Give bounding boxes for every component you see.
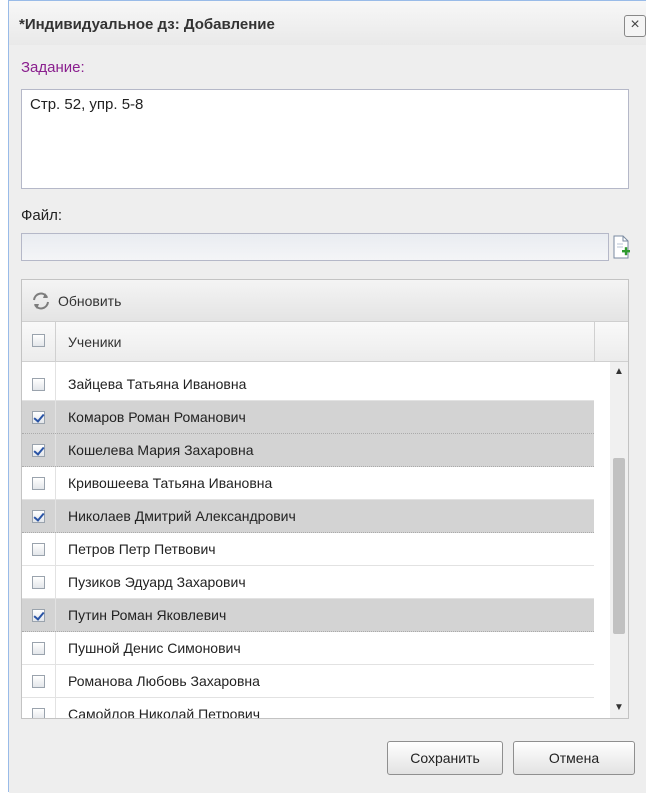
refresh-label: Обновить [58, 293, 122, 309]
grid-header: Ученики [22, 322, 628, 362]
student-name: Путин Роман Яковлевич [68, 607, 227, 623]
student-name: Самойлов Николай Петрович [68, 706, 261, 718]
file-field[interactable] [21, 233, 609, 261]
student-name: Зайцева Татьяна Ивановна [68, 376, 247, 392]
row-check-cell [22, 599, 56, 631]
student-name: Романова Любовь Захаровна [68, 673, 260, 689]
table-row[interactable]: Путин Роман Яковлевич [22, 599, 594, 632]
table-row[interactable]: Петров Петр Петвович [22, 533, 594, 566]
row-checkbox[interactable] [32, 708, 45, 718]
row-check-cell [22, 368, 56, 400]
task-label: Задание: [21, 59, 85, 76]
table-row[interactable]: Зайцева Татьяна Ивановна [22, 368, 594, 401]
row-checkbox[interactable] [32, 576, 45, 589]
add-file-icon[interactable] [611, 233, 631, 261]
row-check-cell [22, 566, 56, 598]
row-checkbox[interactable] [32, 543, 45, 556]
student-name: Комаров Роман Романович [68, 409, 246, 425]
table-row[interactable]: Пузиков Эдуард Захарович [22, 566, 594, 599]
students-list: Зайцева Татьяна Ивановна Комаров Роман Ро… [22, 362, 594, 718]
row-checkbox[interactable] [32, 510, 45, 523]
scroll-up-icon[interactable]: ▲ [610, 362, 628, 382]
scrollbar[interactable]: ▲ ▼ [610, 362, 628, 718]
row-checkbox[interactable] [32, 411, 45, 424]
row-check-cell [22, 698, 56, 718]
dialog-titlebar[interactable]: *Индивидуальное дз: Добавление × [9, 1, 646, 45]
file-label: Файл: [21, 207, 63, 224]
student-name: Пушной Денис Симонович [68, 640, 241, 656]
table-row[interactable]: Пушной Денис Симонович [22, 632, 594, 665]
select-all-checkbox[interactable] [32, 334, 45, 347]
close-icon[interactable]: × [624, 15, 646, 37]
dialog-footer: Сохранить Отмена [9, 733, 646, 793]
table-row[interactable]: Кривошеева Татьяна Ивановна [22, 467, 594, 500]
student-name: Николаев Дмитрий Александрович [68, 508, 296, 524]
students-grid: Обновить Ученики Зайцева Татьяна Ивановн… [21, 279, 629, 719]
scroll-down-icon[interactable]: ▼ [610, 698, 628, 718]
add-homework-dialog: *Индивидуальное дз: Добавление × Задание… [8, 0, 646, 793]
table-row[interactable]: Романова Любовь Захаровна [22, 665, 594, 698]
row-checkbox[interactable] [32, 378, 45, 391]
header-divider [594, 322, 595, 361]
student-name: Петров Петр Петвович [68, 541, 216, 557]
scroll-thumb[interactable] [613, 458, 625, 634]
cancel-button[interactable]: Отмена [513, 741, 635, 775]
header-check-cell [22, 322, 56, 361]
row-check-cell [22, 665, 56, 697]
student-name: Пузиков Эдуард Захарович [68, 574, 246, 590]
student-name: Кривошеева Татьяна Ивановна [68, 475, 273, 491]
dialog-body: Задание: Стр. 52, упр. 5-8 Файл: Обновит… [9, 45, 646, 733]
row-checkbox[interactable] [32, 444, 45, 457]
table-row[interactable]: Самойлов Николай Петрович [22, 698, 594, 718]
row-checkbox[interactable] [32, 675, 45, 688]
grid-toolbar: Обновить [22, 280, 628, 322]
row-check-cell [22, 434, 56, 466]
row-checkbox[interactable] [32, 477, 45, 490]
students-column-header[interactable]: Ученики [68, 334, 121, 350]
table-row[interactable]: Кошелева Мария Захаровна [22, 434, 594, 467]
row-check-cell [22, 500, 56, 532]
refresh-icon [33, 292, 49, 310]
row-check-cell [22, 401, 56, 433]
row-checkbox[interactable] [32, 642, 45, 655]
dialog-title: *Индивидуальное дз: Добавление [19, 16, 275, 33]
table-row[interactable]: Комаров Роман Романович [22, 401, 594, 434]
student-name: Кошелева Мария Захаровна [68, 442, 254, 458]
save-button[interactable]: Сохранить [387, 741, 503, 775]
task-textarea[interactable]: Стр. 52, упр. 5-8 [21, 89, 629, 189]
row-check-cell [22, 467, 56, 499]
row-check-cell [22, 533, 56, 565]
refresh-button[interactable]: Обновить [30, 290, 121, 312]
row-checkbox[interactable] [32, 609, 45, 622]
table-row[interactable]: Николаев Дмитрий Александрович [22, 500, 594, 533]
row-check-cell [22, 632, 56, 664]
